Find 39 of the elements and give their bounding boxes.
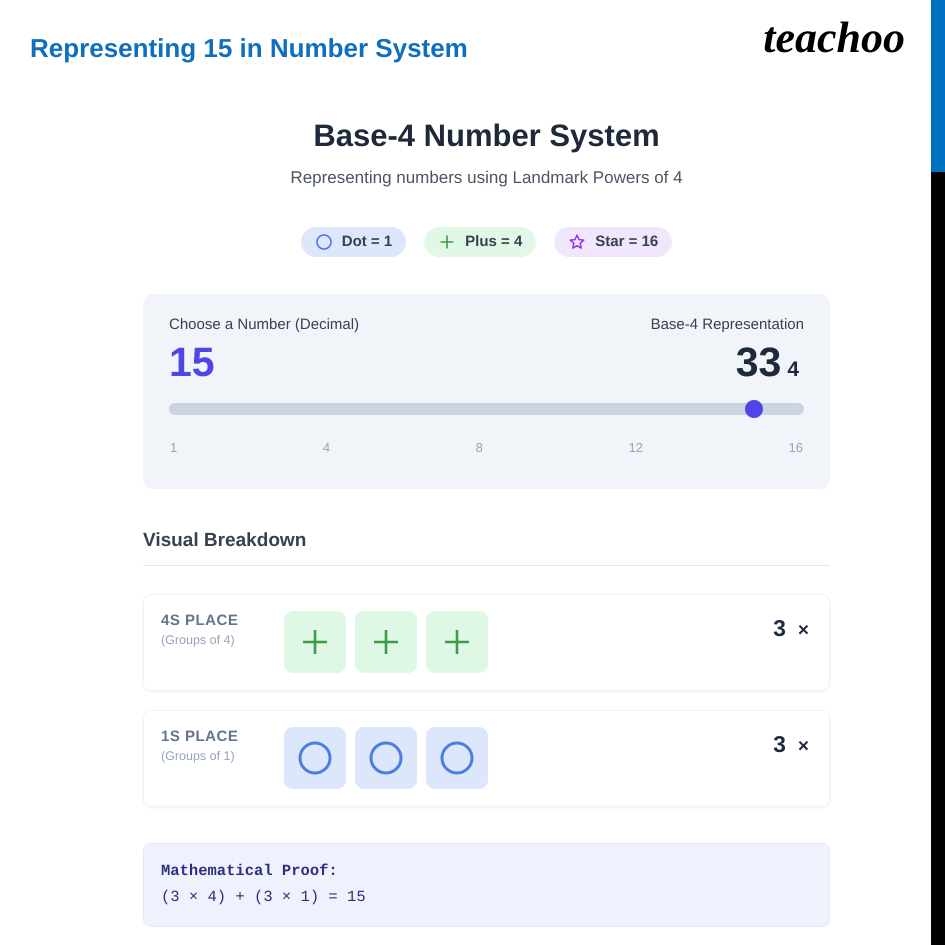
- legend-label: Plus = 4: [465, 232, 522, 252]
- tick-label: 12: [628, 439, 643, 457]
- tick-label: 1: [170, 439, 178, 457]
- place-count: 3: [773, 614, 786, 642]
- slider-track[interactable]: [169, 400, 804, 418]
- representation-digits: 33: [736, 339, 782, 385]
- plus-tile-icon: [426, 611, 488, 673]
- place-count: 3: [773, 730, 786, 758]
- logo-wordmark: teachoo: [763, 16, 905, 60]
- plus-tile-icon: [284, 611, 346, 673]
- star-icon: [569, 234, 586, 250]
- tick-label: 8: [476, 439, 483, 457]
- representation-label: Base-4 Representation: [650, 315, 804, 335]
- decimal-value: 15: [169, 339, 216, 385]
- proof-equation: (3 × 4) + (3 × 1) = 15: [161, 887, 367, 908]
- slider-thumb[interactable]: [744, 400, 763, 418]
- plus-icon: [439, 234, 456, 250]
- circle-tile-icon: [355, 727, 417, 789]
- proof-heading: Mathematical Proof:: [161, 861, 339, 882]
- base-subscript: 4: [787, 358, 799, 382]
- slide-title: Representing 15 in Number System: [30, 32, 468, 65]
- legend-label: Star = 16: [595, 232, 658, 252]
- circle-icon: [316, 234, 332, 250]
- tick-label: 16: [788, 439, 803, 457]
- circle-tile-icon: [284, 727, 346, 789]
- times-sign: ×: [798, 619, 809, 643]
- legend-label: Dot = 1: [342, 232, 392, 252]
- section-heading: Visual Breakdown: [143, 530, 306, 551]
- place-caption: (Groups of 4): [161, 632, 236, 649]
- number-label: Choose a Number (Decimal): [169, 315, 360, 335]
- circle-tile-icon: [426, 727, 488, 789]
- times-sign: ×: [798, 735, 809, 759]
- place-title: 1S PLACE: [161, 727, 240, 747]
- tick-label: 4: [322, 439, 330, 457]
- page-subtitle: Representing numbers using Landmark Powers of 4: [290, 167, 683, 189]
- plus-tile-icon: [355, 611, 417, 673]
- place-caption: (Groups of 1): [161, 748, 236, 765]
- page-heading: Base-4 Number System: [313, 117, 660, 155]
- place-title: 4S PLACE: [161, 611, 240, 631]
